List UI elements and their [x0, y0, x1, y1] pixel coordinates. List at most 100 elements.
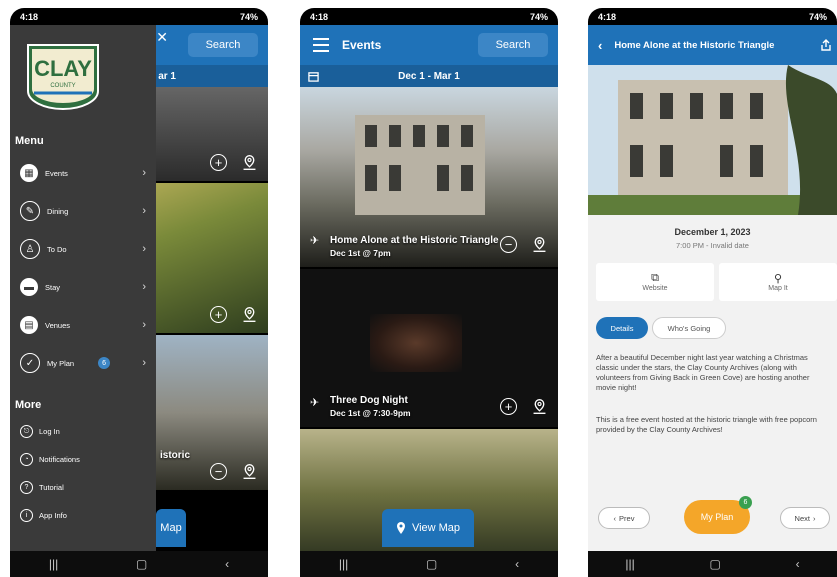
close-icon[interactable]: ✕: [156, 29, 168, 46]
map-pin-icon[interactable]: [241, 154, 258, 171]
location-pin-icon: ✈: [310, 397, 320, 409]
back-button[interactable]: ‹: [796, 557, 800, 571]
prev-button[interactable]: ‹ Prev: [598, 507, 650, 529]
next-label: Next: [794, 513, 810, 523]
status-time: 4:18: [598, 11, 617, 22]
website-button[interactable]: ⧉ Website: [596, 263, 714, 301]
status-signal: 74%: [529, 11, 548, 22]
search-button[interactable]: Search: [478, 33, 548, 57]
status-signal: 74%: [808, 11, 827, 22]
event-title: Home Alone at the Historic Triangle Dec …: [330, 235, 500, 259]
recents-button[interactable]: |||: [49, 557, 58, 571]
prev-label: Prev: [619, 513, 635, 523]
map-it-label: Map It: [768, 285, 788, 292]
map-pin-icon[interactable]: [531, 236, 548, 253]
status-time: 4:18: [20, 11, 39, 22]
drawer-item-to-do[interactable]: ♙ To Do ›: [20, 237, 150, 261]
view-map-button[interactable]: View Map: [382, 509, 474, 547]
event-hero-image: [588, 65, 837, 215]
add-to-plan-icon[interactable]: +: [210, 306, 227, 323]
map-pin-icon[interactable]: [241, 463, 258, 480]
map-it-button[interactable]: ⚲ Map It: [719, 263, 837, 301]
event-card[interactable]: ✈ Three Dog Night Dec 1st @ 7:30-9pm +: [300, 269, 558, 427]
drawer-item-label: Tutorial: [39, 483, 64, 492]
drawer-item-events[interactable]: ▦ Events ›: [20, 161, 150, 185]
home-button[interactable]: ▢: [426, 557, 437, 571]
system-nav-bar: ||| ▢ ‹: [10, 551, 268, 577]
map-pin-icon[interactable]: [241, 306, 258, 323]
back-arrow-icon[interactable]: ‹: [598, 38, 602, 53]
event-details-panel: December 1, 2023 7:00 PM - Invalid date …: [588, 215, 837, 551]
drawer-item-label: Dining: [47, 206, 69, 216]
event-card[interactable]: ✈ Home Alone at the Historic Triangle De…: [300, 87, 558, 267]
remove-from-plan-icon[interactable]: −: [210, 463, 227, 480]
help-icon: ?: [20, 481, 33, 494]
hamburger-menu-icon[interactable]: [312, 37, 330, 53]
clay-county-logo: CLAY COUNTY: [27, 44, 99, 111]
drawer-item-dining[interactable]: ✎ Dining ›: [20, 199, 150, 223]
drawer-item-label: Notifications: [39, 455, 80, 464]
info-icon: i: [20, 509, 33, 522]
my-plan-count-badge: 6: [739, 496, 752, 509]
view-map-label: Map: [160, 522, 182, 534]
status-bar: 4:18 74%: [300, 8, 558, 25]
back-button[interactable]: ‹: [225, 557, 229, 571]
dining-icon: ✎: [20, 201, 40, 221]
next-button[interactable]: Next ›: [780, 507, 830, 529]
drawer-item-app-info[interactable]: i App Info: [20, 509, 67, 522]
hiker-icon: ♙: [20, 239, 40, 259]
event-title: Three Dog Night Dec 1st @ 7:30-9pm: [330, 395, 480, 419]
event-datetime: Dec 1st @ 7:30-9pm: [330, 408, 411, 418]
my-plan-button[interactable]: My Plan 6: [684, 496, 752, 534]
back-button[interactable]: ‹: [515, 557, 519, 571]
drawer-item-tutorial[interactable]: ? Tutorial: [20, 481, 64, 494]
phone-menu-screen: 4:18 74% Search ar 1 + + istoric − Map ✕: [10, 8, 268, 577]
tab-details[interactable]: Details: [596, 317, 648, 339]
bed-icon: ▬: [20, 278, 38, 296]
status-signal: 74%: [239, 11, 258, 22]
logo-text: CLAY: [34, 56, 92, 81]
drawer-item-label: Events: [45, 168, 68, 178]
event-description-paragraph: After a beautiful December night last ye…: [596, 353, 810, 392]
phone-event-detail-screen: 4:18 74% ‹ Home Alone at the Historic Tr…: [588, 8, 837, 577]
search-button[interactable]: Search: [188, 33, 258, 57]
app-bar: Events Search: [300, 25, 558, 65]
tab-whos-going[interactable]: Who's Going: [652, 317, 726, 339]
view-map-button[interactable]: Map: [156, 509, 186, 547]
drawer-item-my-plan[interactable]: ✓ My Plan 6 ›: [20, 351, 150, 375]
website-label: Website: [642, 285, 668, 292]
drawer-item-label: App Info: [39, 511, 67, 520]
add-to-plan-icon[interactable]: +: [500, 398, 517, 415]
drawer-item-log-in[interactable]: ⎋ Log In: [20, 425, 60, 438]
my-plan-label: My Plan: [700, 512, 734, 522]
drawer-item-notifications[interactable]: ◔ Notifications: [20, 453, 80, 466]
share-icon[interactable]: [821, 39, 831, 51]
chevron-right-icon: ›: [142, 319, 146, 331]
drawer-item-stay[interactable]: ▬ Stay ›: [20, 275, 150, 299]
system-nav-bar: ||| ▢ ‹: [588, 551, 837, 577]
chevron-right-icon: ›: [142, 243, 146, 255]
home-button[interactable]: ▢: [710, 557, 721, 571]
chevron-right-icon: ›: [142, 357, 146, 369]
calendar-icon: ▦: [20, 164, 38, 182]
chevron-left-icon: ‹: [613, 513, 617, 523]
chevron-right-icon: ›: [142, 167, 146, 179]
home-button[interactable]: ▢: [136, 557, 147, 571]
recents-button[interactable]: |||: [625, 557, 634, 571]
map-pin-icon[interactable]: [531, 398, 548, 415]
event-description-paragraph: This is a free event hosted at the histo…: [596, 415, 817, 434]
logo-subtext: COUNTY: [50, 83, 75, 89]
remove-from-plan-icon[interactable]: −: [500, 236, 517, 253]
date-range-text: Dec 1 - Mar 1: [398, 70, 460, 82]
check-icon: ✓: [20, 353, 40, 373]
event-title-partial: istoric: [160, 450, 191, 461]
building-image: [355, 115, 485, 215]
chevron-right-icon: ›: [142, 205, 146, 217]
system-nav-bar: ||| ▢ ‹: [300, 551, 558, 577]
location-pin-icon: ✈: [310, 235, 320, 247]
add-to-plan-icon[interactable]: +: [210, 154, 227, 171]
recents-button[interactable]: |||: [339, 557, 348, 571]
drawer-item-venues[interactable]: ▤ Venues ›: [20, 313, 150, 337]
date-range-bar[interactable]: Dec 1 - Mar 1: [300, 65, 558, 87]
status-time: 4:18: [310, 11, 329, 22]
